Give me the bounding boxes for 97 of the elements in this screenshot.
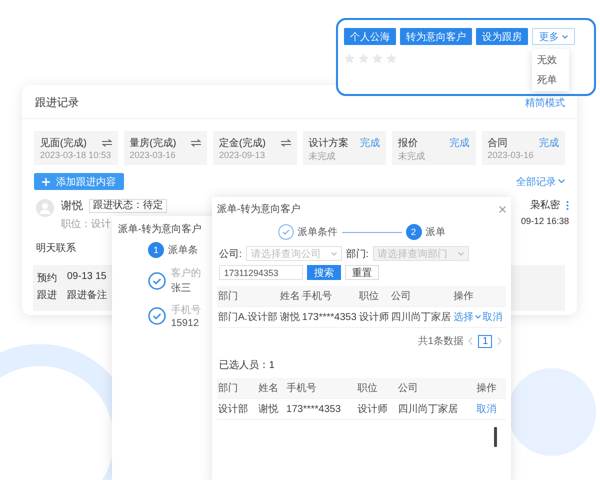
table-cell: 四川尚丁家居 <box>397 398 476 420</box>
select-dropdown-link[interactable]: 选择 <box>454 310 481 324</box>
status-tag: 跟进状态：待定 <box>89 198 167 212</box>
column-header: 部门 <box>217 286 279 306</box>
caret-icon <box>562 34 568 38</box>
previous-icon[interactable] <box>468 337 474 345</box>
caret-icon <box>474 315 481 319</box>
step-number: 2 <box>406 224 422 240</box>
add-follow-up-button[interactable]: 添加跟进内容 <box>34 173 124 190</box>
table-cell: 设计部 <box>217 398 258 420</box>
caret-icon <box>558 179 565 184</box>
stage-title: 报价 <box>398 136 418 150</box>
author-name: 枭私密 <box>530 198 560 212</box>
company-label: 公司: <box>219 248 242 260</box>
dialog-title: 派单-转为意向客户 <box>217 202 300 216</box>
avatar-icon <box>36 199 54 217</box>
field-value: 15912 <box>171 318 200 329</box>
swap-icon[interactable] <box>191 139 201 147</box>
complete-link[interactable]: 完成 <box>360 136 380 150</box>
table-cell: 谢悦 <box>257 398 286 420</box>
table-cell: 173****4353 <box>285 398 357 420</box>
action-button[interactable]: 设为跟房 <box>476 28 528 45</box>
total-count: 共1条数据 <box>418 334 464 348</box>
detail-label: 跟进 <box>37 288 58 302</box>
cancel-link[interactable]: 取消 <box>482 310 503 324</box>
more-dropdown-button[interactable]: 更多 <box>532 28 575 45</box>
stage-title: 设计方案 <box>308 136 348 150</box>
column-header: 公司 <box>390 286 453 306</box>
detail-value: 09-13 15 <box>67 271 106 284</box>
swap-icon[interactable] <box>280 139 290 147</box>
column-header: 手机号 <box>285 378 357 398</box>
stage-date: 2023-09-13 <box>219 150 266 160</box>
caret-icon <box>458 252 464 256</box>
step-label: 派单条 <box>168 244 198 257</box>
table-cell: 173****4353 <box>301 306 358 328</box>
complete-link[interactable]: 完成 <box>450 136 470 150</box>
check-circle-icon <box>148 307 166 325</box>
next-icon[interactable] <box>497 337 502 345</box>
menu-item[interactable]: 死单 <box>537 73 557 87</box>
step-number: 1 <box>148 242 164 258</box>
person-name: 谢悦 <box>61 199 83 213</box>
stage-title: 定金(完成) <box>219 136 266 150</box>
card-title: 跟进记录 <box>35 96 79 110</box>
stage-date: 2023-03-16 <box>130 150 177 160</box>
column-header: 手机号 <box>301 286 358 306</box>
detail-label: 预约 <box>37 272 58 285</box>
check-circle-icon <box>148 272 166 290</box>
menu-item[interactable]: 无效 <box>537 53 557 67</box>
company-select[interactable]: 请选择查询公司 <box>246 246 342 261</box>
mode-link[interactable]: 精简模式 <box>525 96 565 110</box>
table-cell: 设计师 <box>356 398 398 420</box>
table-cell: 设计师 <box>358 306 390 328</box>
table-cell: 四川尚丁家居 <box>390 306 453 328</box>
field-label: 客户的 <box>171 266 201 280</box>
selected-count: 已选人员：1 <box>218 358 276 373</box>
phone-input[interactable]: 17311294353 <box>219 265 303 280</box>
reset-button[interactable]: 重置 <box>345 265 379 280</box>
stage-title: 量房(完成) <box>130 136 176 150</box>
table-cell: 部门A.设计部 <box>217 306 279 328</box>
more-icon[interactable] <box>566 200 569 210</box>
table-cell: 谢悦 <box>278 306 302 328</box>
stage-date: 未完成 <box>398 150 426 163</box>
all-records-link[interactable]: 全部记录 <box>516 174 565 188</box>
stage-title: 见面(完成) <box>40 136 87 150</box>
stage-date: 未完成 <box>308 150 336 163</box>
column-header: 姓名 <box>278 286 302 306</box>
action-button[interactable]: 转为意向客户 <box>400 28 472 45</box>
search-button[interactable]: 搜索 <box>307 265 341 280</box>
column-header: 操作 <box>452 286 506 306</box>
action-button[interactable]: 个人公海 <box>344 28 396 45</box>
plus-icon <box>42 178 50 186</box>
stage-date: 2023-03-18 10:53 <box>40 150 112 160</box>
complete-link[interactable]: 完成 <box>539 136 559 150</box>
scrollbar-thumb[interactable] <box>494 427 497 447</box>
department-label: 部门: <box>346 248 369 260</box>
cancel-link[interactable]: 取消 <box>476 402 497 416</box>
detail-value: 跟进备注 <box>67 288 107 302</box>
stage-title: 合同 <box>488 137 508 150</box>
field-label: 手机号 <box>171 304 201 317</box>
column-header: 职位 <box>356 378 398 398</box>
step-label: 派单条件 <box>298 226 338 239</box>
step-label: 派单 <box>426 226 446 239</box>
stage-date: 2023-03-16 <box>488 150 535 160</box>
swap-icon[interactable] <box>102 139 112 147</box>
column-header: 公司 <box>397 378 476 398</box>
column-header: 操作 <box>476 378 506 398</box>
close-icon[interactable] <box>499 206 506 212</box>
dialog-title: 派单-转为意向客户 <box>118 224 202 235</box>
column-header: 姓名 <box>257 378 286 398</box>
column-header: 部门 <box>217 378 258 398</box>
note-text: 明天联系 <box>36 242 76 255</box>
caret-icon <box>330 252 337 256</box>
column-header: 职位 <box>358 286 390 306</box>
position-text: 职位：设计 <box>61 218 111 231</box>
page-number[interactable]: 1 <box>478 334 492 348</box>
field-value: 张三 <box>171 282 192 295</box>
record-time: 09-12 16:38 <box>520 216 569 226</box>
